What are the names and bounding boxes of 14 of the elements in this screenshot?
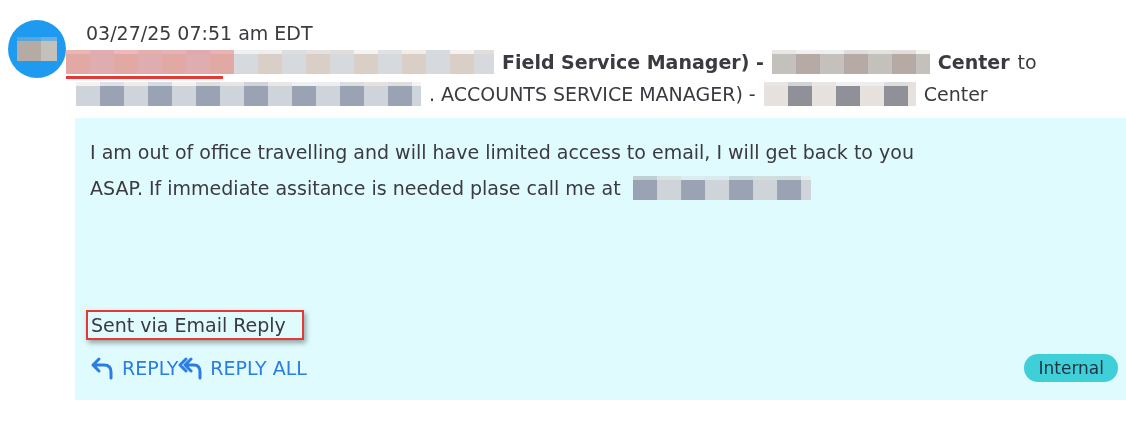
reply-link[interactable]: REPLY [90, 355, 179, 381]
reply-all-link[interactable]: REPLY ALL [178, 355, 307, 381]
header-text: Center [923, 83, 988, 105]
reply-all-icon [178, 355, 205, 381]
reply-icon [90, 355, 116, 381]
header-text: to [1017, 51, 1037, 73]
header-text: Field Service Manager) - [502, 51, 764, 73]
sent-via-label: Sent via Email Reply [86, 310, 304, 340]
message-text: I am out of office travelling and will have limited access to email, I will get back to you [90, 140, 914, 165]
timestamp: 03/27/25 07:51 am EDT [86, 21, 314, 46]
internal-tag: Internal [1024, 354, 1118, 382]
message-text: ASAP. If immediate assitance is needed plase call me at [90, 176, 621, 201]
header-text: Center [937, 51, 1010, 73]
header-text: . ACCOUNTS SERVICE MANAGER) - [429, 83, 756, 105]
